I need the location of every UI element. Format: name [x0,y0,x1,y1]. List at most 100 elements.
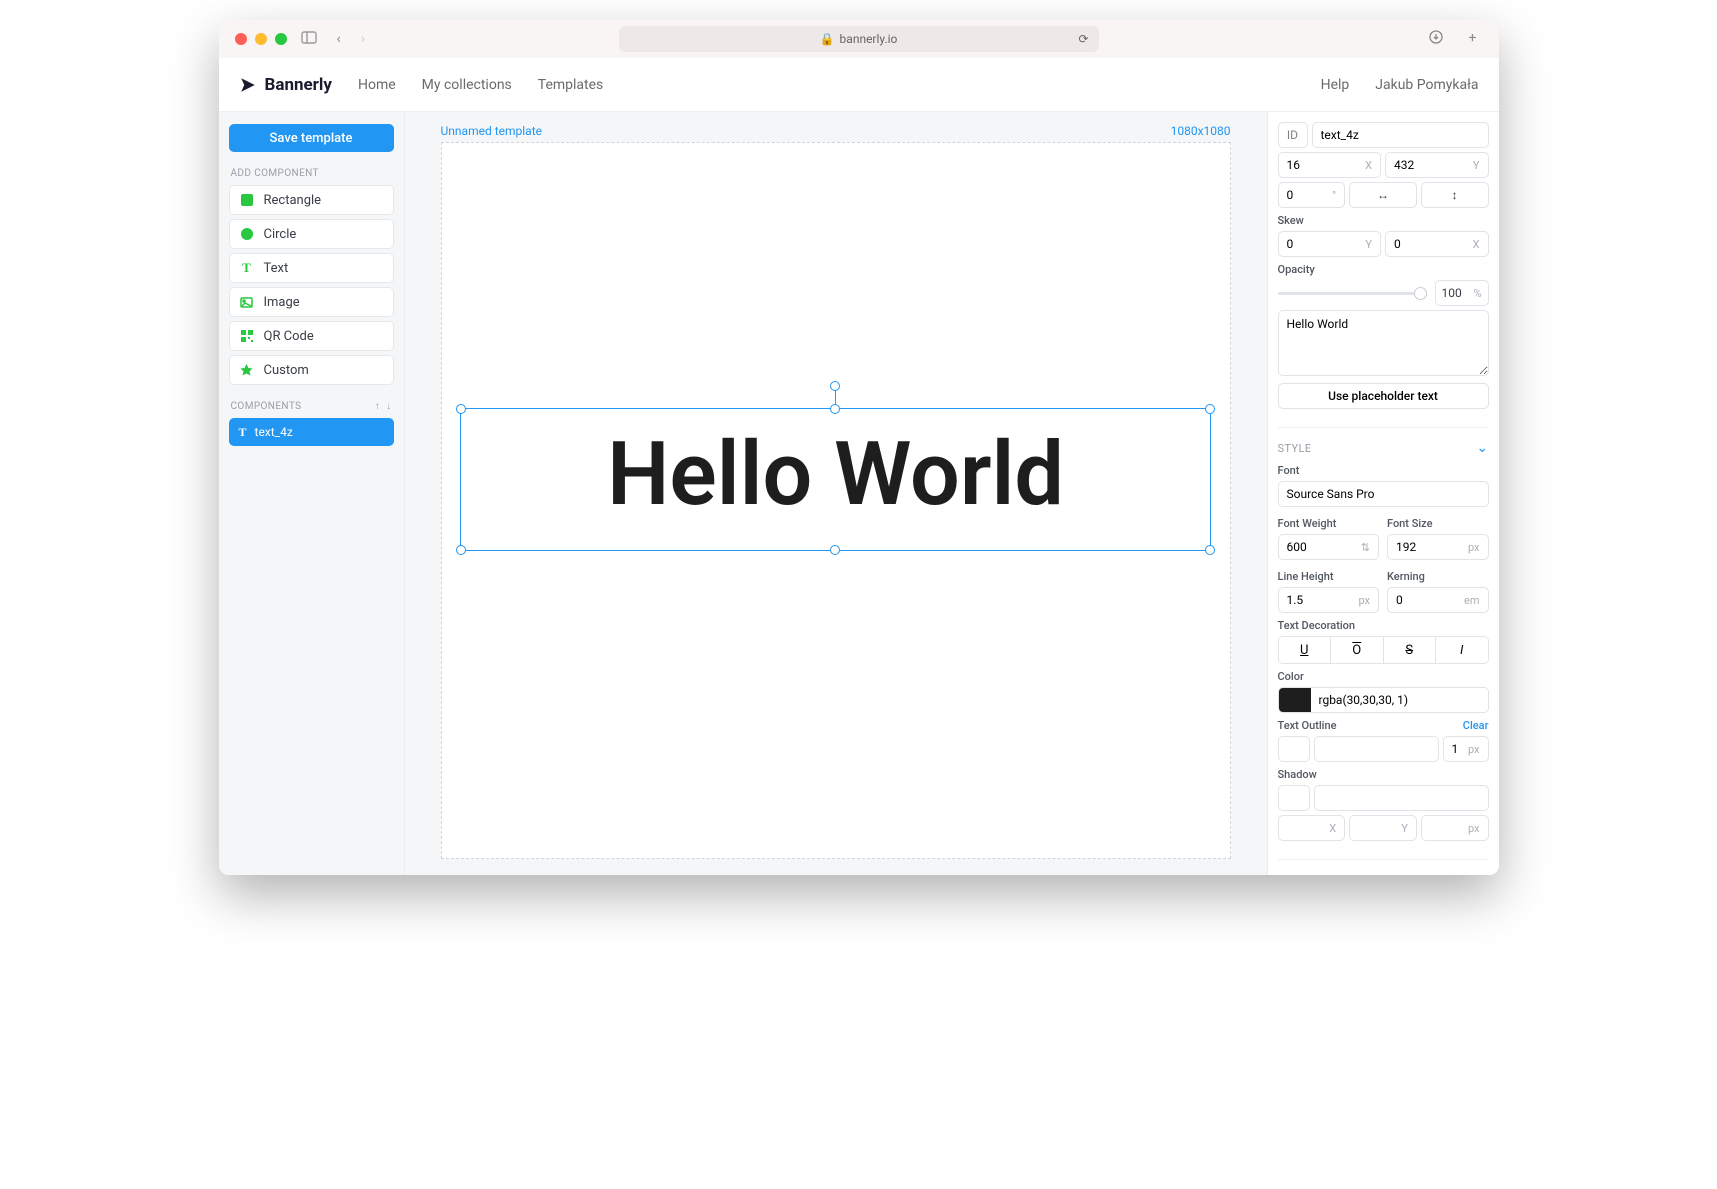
new-tab-icon[interactable]: + [1463,30,1483,48]
add-custom-button[interactable]: Custom [229,355,394,385]
add-circle-button[interactable]: Circle [229,219,394,249]
text-content-input[interactable] [1278,310,1489,376]
nav-templates[interactable]: Templates [538,77,604,93]
close-icon[interactable] [235,33,247,45]
resize-handle-bl[interactable] [456,545,466,555]
template-name[interactable]: Unnamed template [441,124,542,138]
resize-handle-tl[interactable] [456,404,466,414]
text-icon: T [239,425,247,440]
flip-v-button[interactable]: ↕ [1421,182,1489,208]
move-up-icon[interactable]: ↑ [375,401,380,412]
browser-window: ‹ › 🔒 bannerly.io ⟳ + Bannerly Home My c… [219,20,1499,875]
shadow-color-input[interactable] [1323,791,1480,805]
download-icon[interactable] [1423,30,1449,48]
line-height-label: Line Height [1278,570,1380,583]
add-component-label: ADD COMPONENT [231,168,392,179]
resize-handle-tr[interactable] [1205,404,1215,414]
nav-collections[interactable]: My collections [422,77,512,93]
skew-y-input[interactable] [1287,237,1366,251]
y-input[interactable] [1394,158,1473,172]
font-weight-select[interactable] [1287,540,1361,554]
kerning-input[interactable] [1396,593,1464,607]
style-section-header[interactable]: STYLE ⌄ [1278,427,1489,456]
outline-color-input[interactable] [1323,742,1430,756]
select-arrows-icon: ⇅ [1361,541,1370,554]
font-label: Font [1278,464,1489,477]
comp-label: Custom [264,363,309,378]
layer-text-4z[interactable]: T text_4z [229,418,394,446]
opacity-label: Opacity [1278,263,1489,276]
comp-label: Text [264,261,289,276]
opacity-slider[interactable] [1278,292,1427,295]
sidebar-toggle-icon[interactable] [295,31,323,48]
alignment-section-header[interactable]: ALIGNMENT › [1278,859,1489,875]
line-height-input[interactable] [1287,593,1359,607]
x-input[interactable] [1287,158,1366,172]
add-image-button[interactable]: Image [229,287,394,317]
chevron-right-icon: › [1484,872,1489,875]
resize-handle-bc[interactable] [830,545,840,555]
forward-icon[interactable]: › [355,31,371,47]
shadow-blur-input[interactable] [1430,821,1468,835]
move-down-icon[interactable]: ↓ [386,401,391,412]
refresh-icon[interactable]: ⟳ [1078,32,1088,46]
comp-label: Circle [264,227,297,242]
shadow-label: Shadow [1278,768,1489,781]
outline-color-swatch[interactable] [1278,736,1310,762]
rotation-input[interactable] [1287,188,1333,202]
rectangle-icon [240,194,254,206]
id-input[interactable] [1321,128,1480,142]
comp-label: Rectangle [264,193,322,208]
canvas-text[interactable]: Hello World [461,409,1209,541]
nav-user[interactable]: Jakub Pomykała [1375,77,1478,93]
shadow-y-input[interactable] [1358,821,1401,835]
underline-button[interactable]: U [1279,637,1332,663]
italic-button[interactable]: I [1436,637,1488,663]
shadow-x-input[interactable] [1287,821,1330,835]
add-rectangle-button[interactable]: Rectangle [229,185,394,215]
style-label: STYLE [1278,442,1312,455]
outline-width-input[interactable] [1452,742,1468,756]
minimize-icon[interactable] [255,33,267,45]
color-input[interactable] [1311,688,1488,712]
overline-button[interactable]: O [1331,637,1384,663]
font-input[interactable] [1287,487,1480,501]
layer-label: text_4z [255,425,293,439]
use-placeholder-button[interactable]: Use placeholder text [1278,383,1489,409]
rotate-handle[interactable] [830,381,840,391]
brand[interactable]: Bannerly [239,75,332,95]
opacity-thumb[interactable] [1414,287,1427,300]
color-swatch[interactable] [1279,688,1311,712]
properties-panel: ID X Y ° ↔ ↕ Skew Y X Opacity [1267,112,1499,875]
address-bar[interactable]: 🔒 bannerly.io ⟳ [619,26,1099,52]
back-icon[interactable]: ‹ [331,31,347,47]
clear-outline-button[interactable]: Clear [1463,719,1489,732]
font-weight-label: Font Weight [1278,517,1380,530]
resize-handle-br[interactable] [1205,545,1215,555]
nav-help[interactable]: Help [1321,77,1350,93]
nav-home[interactable]: Home [358,77,396,93]
text-icon: T [240,260,254,276]
add-text-button[interactable]: T Text [229,253,394,283]
opacity-value[interactable]: 100 [1442,286,1462,300]
maximize-icon[interactable] [275,33,287,45]
selected-text-element[interactable]: Hello World [460,408,1210,551]
text-decoration-label: Text Decoration [1278,619,1489,632]
save-template-button[interactable]: Save template [229,124,394,152]
canvas[interactable]: Hello World [441,142,1231,859]
canvas-area: Unnamed template 1080x1080 Hello World [405,112,1267,875]
components-header: COMPONENTS ↑ ↓ [231,401,392,412]
traffic-lights [235,33,287,45]
skew-x-input[interactable] [1394,237,1473,251]
add-qrcode-button[interactable]: QR Code [229,321,394,351]
shadow-color-swatch[interactable] [1278,785,1310,811]
app-body: Save template ADD COMPONENT Rectangle Ci… [219,112,1499,875]
font-size-input[interactable] [1396,540,1468,554]
skew-label: Skew [1278,214,1489,227]
text-decoration-group: U O S I [1278,636,1489,664]
flip-h-button[interactable]: ↔ [1349,182,1417,208]
comp-label: Image [264,295,300,310]
strikethrough-button[interactable]: S [1384,637,1437,663]
comp-label: QR Code [264,329,314,344]
flip-h-icon: ↔ [1377,188,1389,202]
